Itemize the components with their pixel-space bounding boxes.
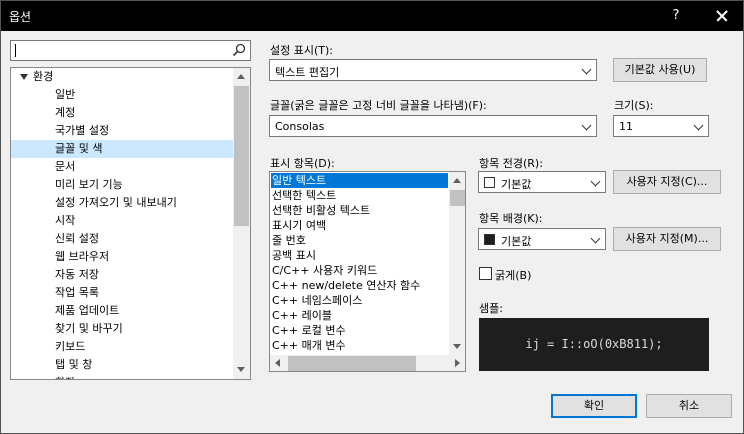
font-value: Consolas [275,120,325,133]
scroll-down-icon[interactable] [237,367,245,372]
show-settings-label: 설정 표시(T): [270,44,333,57]
foreground-label: 항목 전경(R): [479,157,543,170]
display-items-list[interactable]: 일반 텍스트 선택한 텍스트 선택한 비활성 텍스트 표시기 여백 줄 번호 공… [269,171,466,372]
size-label: 크기(S): [614,99,654,112]
tree-scroll-thumb[interactable] [234,86,249,226]
ok-button[interactable]: 확인 [551,394,637,418]
tree-item-autosave[interactable]: 자동 저장 [55,266,99,284]
foreground-value: 기본값 [501,178,532,191]
tree-scrollbar[interactable] [233,68,250,379]
tree-item-extensions[interactable]: 확장 [55,374,75,379]
list-item[interactable]: 선택한 비활성 텍스트 [272,203,370,218]
list-item[interactable]: C/C++ 사용자 키워드 [272,263,377,278]
scroll-down-icon[interactable] [453,344,461,349]
show-settings-select[interactable]: 텍스트 편집기 [269,59,597,81]
tree-item-trust-settings[interactable]: 신뢰 설정 [55,230,99,248]
size-select[interactable]: 11 [613,115,709,137]
tree-root-environment[interactable]: 환경 [33,68,53,86]
tree-item-find-replace[interactable]: 찾기 및 바꾸기 [55,320,123,338]
tree-item-tabs-windows[interactable]: 탭 및 창 [55,356,92,374]
display-items-label: 표시 항목(D): [270,157,335,170]
chevron-down-icon [693,120,704,131]
list-vertical-scrollbar[interactable] [449,172,465,355]
chevron-down-icon [581,64,592,75]
text-caret [15,44,16,57]
tree-item-international[interactable]: 국가별 설정 [55,122,109,140]
scroll-left-icon[interactable] [275,359,280,367]
tree-item-general[interactable]: 일반 [55,86,75,104]
bold-checkbox[interactable] [479,267,492,280]
list-item[interactable]: 표시기 여백 [272,218,326,233]
use-defaults-button[interactable]: 기본값 사용(U) [613,58,707,82]
list-item-plain-text[interactable]: 일반 텍스트 [272,173,326,188]
tree-item-fonts-colors[interactable]: 글꼴 및 색 [55,140,102,158]
list-hscroll-thumb[interactable] [288,356,416,371]
search-input[interactable] [10,40,251,61]
foreground-select[interactable]: 기본값 [478,171,606,193]
title-bar: 옵션 ? [1,1,743,31]
scroll-up-icon[interactable] [453,178,461,183]
background-value: 기본값 [501,235,532,248]
list-item[interactable]: 줄 번호 [272,233,306,248]
bold-label[interactable]: 굵게(B) [495,267,531,283]
background-select[interactable]: 기본값 [478,228,606,250]
list-item[interactable]: C++ 네임스페이스 [272,293,362,308]
list-item[interactable]: 공백 표시 [272,248,316,263]
list-horizontal-scrollbar[interactable] [270,355,465,371]
dialog-title: 옵션 [9,10,32,24]
tree-selection-highlight [11,140,233,158]
tree-item-documents[interactable]: 문서 [55,158,75,176]
sample-label: 샘플: [479,302,503,315]
list-item[interactable]: 선택한 텍스트 [272,188,336,203]
collapse-arrow-icon[interactable] [20,74,28,80]
show-settings-value: 텍스트 편집기 [275,66,340,79]
scroll-right-icon[interactable] [455,359,460,367]
tree-item-preview-features[interactable]: 미리 보기 기능 [55,176,123,194]
list-item[interactable]: C++ new/delete 연산자 함수 [272,278,420,293]
chevron-down-icon [581,120,592,131]
font-label: 글꼴(굵은 글꼴은 고정 너비 글꼴을 나타냄)(F): [270,99,487,112]
tree-item-import-export[interactable]: 설정 가져오기 및 내보내기 [55,194,177,212]
cancel-button[interactable]: 취소 [646,394,732,418]
help-button[interactable]: ? [661,5,691,27]
list-item[interactable]: C++ 레이블 [272,308,332,323]
background-label: 항목 배경(K): [479,212,543,225]
tree-item-startup[interactable]: 시작 [55,212,75,230]
custom-background-button[interactable]: 사용자 지정(M)... [613,227,721,251]
tree-item-task-list[interactable]: 작업 목록 [55,284,99,302]
tree-item-product-updates[interactable]: 제품 업데이트 [55,302,119,320]
foreground-swatch [484,177,495,188]
options-tree[interactable]: 환경 일반 계정 국가별 설정 글꼴 및 색 문서 미리 보기 기능 설정 가져… [10,67,251,380]
tree-item-keyboard[interactable]: 키보드 [55,338,85,356]
search-icon[interactable] [232,43,246,57]
options-dialog: 옵션 ? 환경 일반 계정 국가별 설정 글꼴 및 색 문서 미리 보기 기능 … [0,0,744,434]
tree-item-web-browser[interactable]: 웹 브라우저 [55,248,109,266]
tree-item-account[interactable]: 계정 [55,104,75,122]
chevron-down-icon [590,233,601,244]
scroll-up-icon[interactable] [237,74,245,79]
close-icon[interactable] [707,5,737,27]
chevron-down-icon [590,176,601,187]
background-swatch [484,234,495,245]
size-value: 11 [619,120,633,133]
list-item[interactable]: C++ 로컬 변수 [272,323,346,338]
sample-preview: ij = I::oO(0xB811); [479,318,709,371]
list-scroll-thumb[interactable] [450,190,465,206]
custom-foreground-button[interactable]: 사용자 지정(C)... [613,170,721,194]
list-item[interactable]: C++ 매개 변수 [272,338,346,353]
font-select[interactable]: Consolas [269,115,597,137]
